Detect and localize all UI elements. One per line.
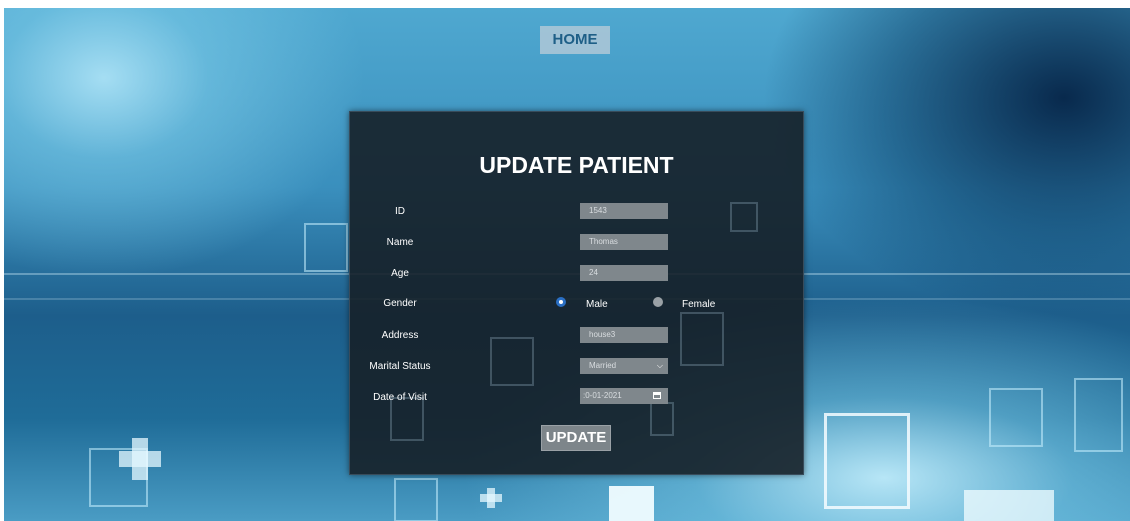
age-field[interactable]: 24 [580,265,668,281]
background-glow [964,490,1054,521]
panel-cross-decoration [680,312,724,366]
date-of-visit-field[interactable]: :0-01-2021 [580,388,668,404]
page: HOME UPDATE PATIENT ID 1543 Name Thomas … [0,0,1130,521]
gender-label: Gender [383,298,417,309]
id-label: ID [395,206,405,217]
background-cross [480,494,502,502]
gender-male-label: Male [586,299,608,310]
background-cross-outline [394,478,438,521]
background-cross-outline [824,413,910,509]
panel-cross-decoration [730,202,758,232]
marital-status-value: Married [589,361,617,370]
gender-female-label: Female [682,299,716,310]
date-of-visit-label: Date of Visit [373,392,427,403]
background-cross [119,451,161,467]
calendar-icon[interactable] [653,392,661,399]
age-label: Age [391,268,409,279]
background-cross-outline [1074,378,1123,452]
id-field[interactable]: 1543 [580,203,668,219]
marital-status-label: Marital Status [369,361,431,372]
background-glow [609,486,654,521]
update-button[interactable]: UPDATE [541,425,611,451]
chevron-down-icon: ⌵ [656,361,663,370]
name-field[interactable]: Thomas [580,234,668,250]
address-field[interactable]: house3 [580,327,668,343]
home-button[interactable]: HOME [540,26,610,54]
name-label: Name [386,237,414,248]
panel-cross-decoration [490,337,534,386]
date-of-visit-value: :0-01-2021 [583,391,622,400]
gender-female-radio[interactable] [653,297,663,307]
panel-cross-decoration [390,397,424,441]
panel-cross-decoration [650,402,674,436]
form-title: UPDATE PATIENT [479,152,674,178]
marital-status-select[interactable]: Married ⌵ [580,358,668,374]
update-patient-form: UPDATE PATIENT ID 1543 Name Thomas Age 2… [349,111,804,475]
background-cross-outline [989,388,1043,447]
address-label: Address [381,330,419,341]
gender-male-radio[interactable] [556,297,566,307]
